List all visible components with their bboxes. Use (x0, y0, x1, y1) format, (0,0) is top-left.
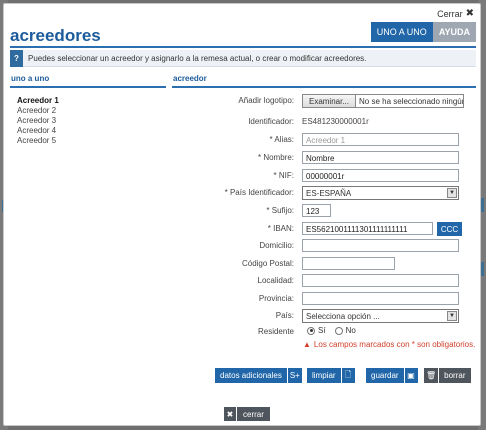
borrar-button[interactable]: 🗑 borrar (424, 368, 471, 383)
list-item[interactable]: Acreedor 5 (17, 136, 59, 146)
row-sufijo: * Sufijo: 123 (172, 204, 476, 218)
radio-no-label: No (345, 326, 356, 335)
warning-icon: ▲ (303, 340, 311, 349)
ccc-button[interactable]: CCC (437, 222, 462, 236)
datos-icon: S+ (286, 368, 302, 383)
close-icon: ✖ (224, 407, 237, 421)
cp-input[interactable] (302, 257, 395, 270)
guardar-button[interactable]: guardar ▣ (366, 368, 418, 383)
logo-label: Añadir logotipo: (238, 96, 294, 105)
pais-label: País: (275, 311, 294, 320)
warning-text: Los campos marcados con * son obligatori… (313, 340, 476, 349)
guardar-label: guardar (371, 371, 399, 380)
help-button[interactable]: AYUDA (432, 22, 476, 42)
acreedores-dialog: Cerrar ✖ acreedores UNO A UNO AYUDA ? Pu… (3, 3, 481, 426)
nif-input[interactable]: 00000001r (302, 169, 459, 182)
info-text: Puedes seleccionar un acreedor y asignar… (28, 53, 367, 63)
row-logo: Añadir logotipo: Examinar... No se ha se… (172, 94, 476, 108)
borrar-label: borrar (444, 371, 466, 380)
pais-id-label: * País Identificador: (224, 188, 294, 197)
row-residente: Residente Sí No (172, 325, 476, 339)
required-warning: ▲ Los campos marcados con * son obligato… (303, 340, 475, 349)
datos-label: datos adicionales (220, 371, 282, 380)
page-title: acreedores (10, 26, 101, 45)
sufijo-input[interactable]: 123 (302, 204, 331, 217)
chevron-down-icon: ▼ (447, 311, 457, 321)
trash-icon: 🗑 (424, 368, 440, 383)
section-heading-form: acreedor (172, 74, 476, 88)
close-icon: ✖ (465, 8, 474, 19)
pais-id-select[interactable]: ES-ESPAÑA ▼ (302, 186, 459, 200)
provincia-label: Provincia: (258, 294, 294, 303)
datos-adicionales-button[interactable]: datos adicionales S+ (215, 368, 302, 383)
chevron-down-icon: ▼ (447, 188, 457, 198)
creditor-list: Acreedor 1 Acreedor 2 Acreedor 3 Acreedo… (17, 96, 59, 146)
nif-label: * NIF: (273, 171, 294, 180)
identificador-value: ES481230000001r (302, 117, 369, 126)
limpiar-button[interactable]: limpiar 🗋 (307, 368, 355, 383)
iban-label: * IBAN: (267, 224, 294, 233)
pais-select[interactable]: Selecciona opción ... ▼ (302, 309, 459, 323)
alias-input[interactable]: Acreedor 1 (302, 133, 459, 146)
cerrar-label: cerrar (243, 409, 264, 419)
identificador-label: Identificador: (248, 117, 294, 126)
row-provincia: Provincia: (172, 292, 476, 306)
row-pais: País: Selecciona opción ... ▼ (172, 309, 476, 323)
row-pais-identificador: * País Identificador: ES-ESPAÑA ▼ (172, 186, 476, 200)
close-label: Cerrar (437, 8, 463, 19)
title-row: acreedores UNO A UNO AYUDA (10, 22, 476, 48)
sufijo-label: * Sufijo: (266, 206, 294, 215)
row-nif: * NIF: 00000001r (172, 169, 476, 183)
mode-buttons: UNO A UNO AYUDA (370, 22, 476, 42)
file-name-display: No se ha seleccionado ningún archivo. (356, 94, 464, 108)
provincia-input[interactable] (302, 292, 459, 305)
radio-si-label: Sí (318, 326, 326, 335)
dialog-close-button[interactable]: Cerrar ✖ (437, 8, 474, 19)
limpiar-label: limpiar (312, 371, 336, 380)
residente-label: Residente (257, 327, 294, 336)
radio-si[interactable] (307, 326, 315, 335)
localidad-label: Localidad: (257, 276, 294, 285)
section-heading-list: uno a uno (10, 74, 166, 88)
info-icon: ? (10, 49, 23, 67)
list-item[interactable]: Acreedor 4 (17, 126, 59, 136)
row-nombre: * Nombre: Nombre (172, 151, 476, 165)
row-alias: * Alias: Acreedor 1 (172, 133, 476, 147)
cerrar-button[interactable]: ✖ cerrar (224, 407, 270, 421)
nombre-label: * Nombre: (257, 153, 294, 162)
row-identificador: Identificador: ES481230000001r (172, 115, 476, 129)
pais-value: Selecciona opción ... (306, 312, 380, 321)
radio-no[interactable] (334, 326, 343, 335)
list-item[interactable]: Acreedor 1 (17, 96, 59, 106)
nombre-input[interactable]: Nombre (302, 151, 459, 164)
info-bar: ? Puedes seleccionar un acreedor y asign… (10, 49, 476, 67)
row-domicilio: Domicilio: (172, 239, 476, 253)
list-item[interactable]: Acreedor 3 (17, 116, 59, 126)
pais-id-value: ES-ESPAÑA (306, 189, 352, 198)
list-item[interactable]: Acreedor 2 (17, 106, 59, 116)
save-icon: ▣ (403, 368, 418, 383)
row-localidad: Localidad: (172, 274, 476, 288)
domicilio-input[interactable] (302, 239, 459, 252)
localidad-input[interactable] (302, 274, 459, 287)
document-icon: 🗋 (340, 368, 355, 383)
iban-input[interactable]: ES5621001111301111111111 (302, 222, 433, 235)
alias-label: * Alias: (269, 135, 294, 144)
row-codigo-postal: Código Postal: (172, 257, 476, 271)
browse-button[interactable]: Examinar... (302, 94, 356, 108)
row-iban: * IBAN: ES5621001111301111111111 CCC (172, 222, 476, 236)
residente-radio-group: Sí No (307, 326, 356, 335)
tab-uno-a-uno[interactable]: UNO A UNO (370, 22, 433, 42)
cp-label: Código Postal: (241, 259, 294, 268)
domicilio-label: Domicilio: (259, 241, 294, 250)
